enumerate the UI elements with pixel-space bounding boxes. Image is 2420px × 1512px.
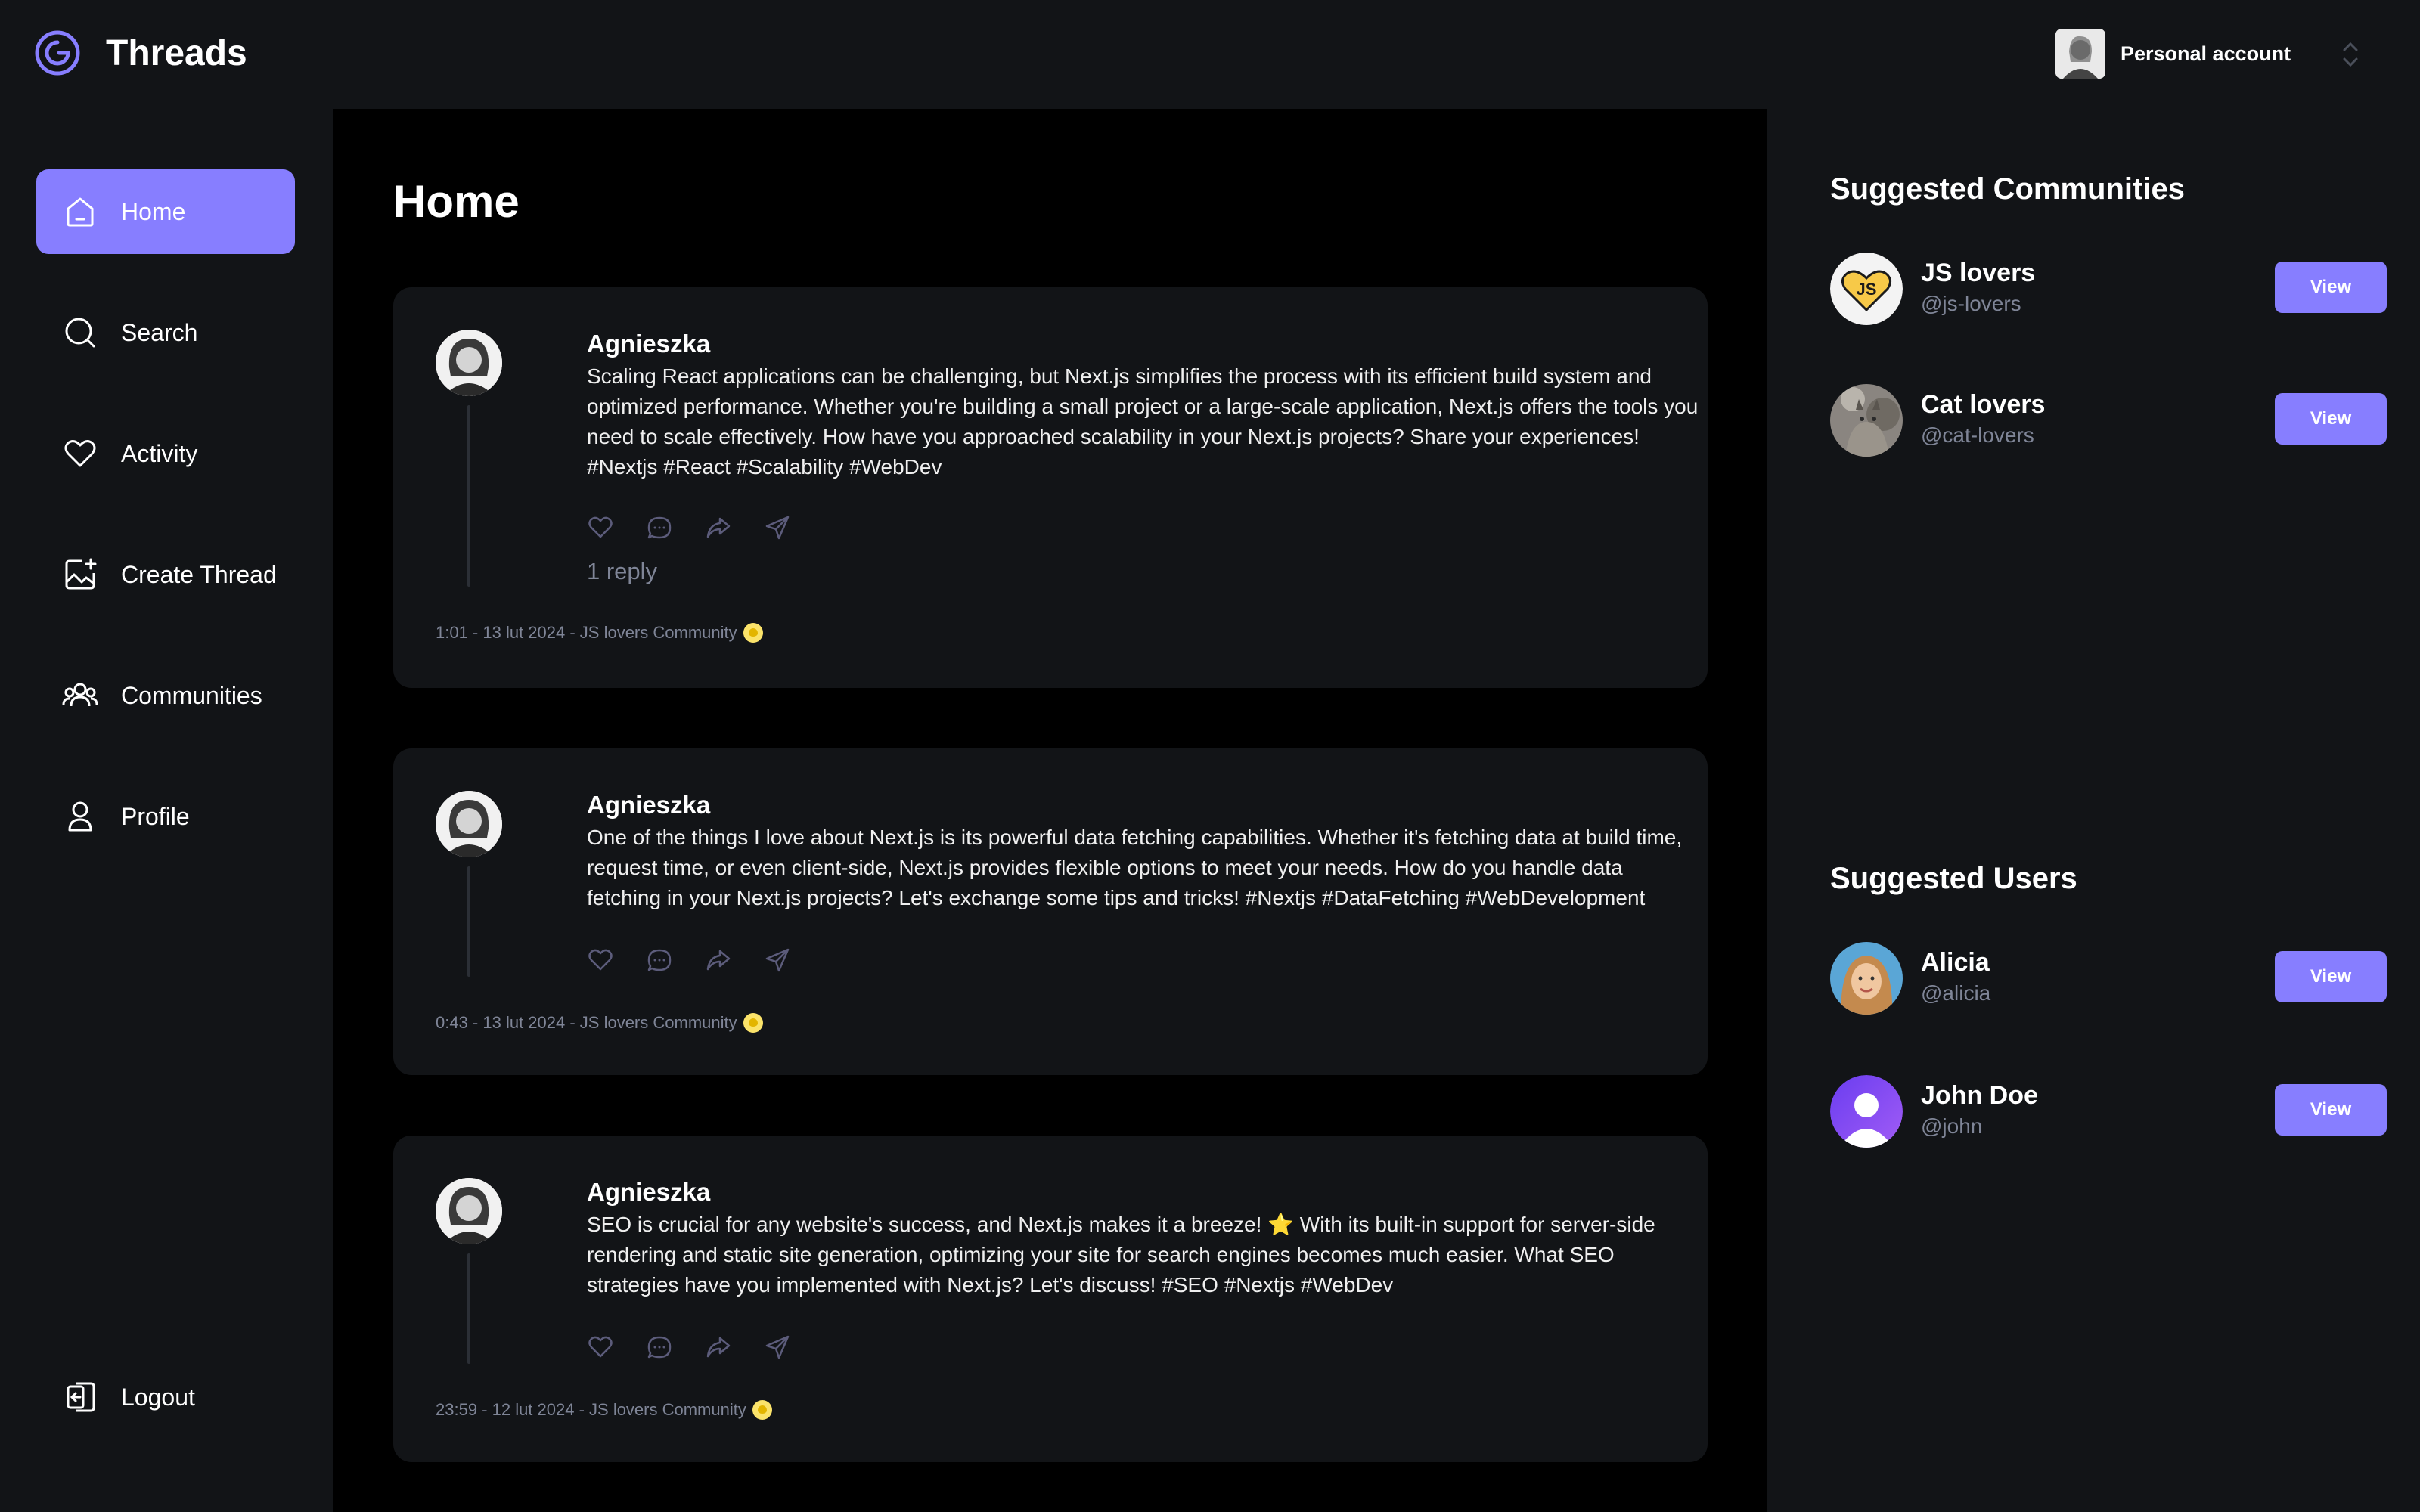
topbar: Threads Personal account: [0, 0, 2420, 109]
sidebar-item-home[interactable]: Home: [36, 169, 295, 254]
comment-icon[interactable]: [646, 514, 673, 541]
author-name[interactable]: Agnieszka: [587, 791, 710, 820]
comment-icon[interactable]: [646, 1334, 673, 1361]
view-button[interactable]: View: [2275, 262, 2387, 313]
account-label: Personal account: [2121, 42, 2291, 65]
thread-meta: 23:59 - 12 lut 2024 - JS lovers Communit…: [436, 1400, 772, 1420]
user-name: Alicia: [1921, 948, 1990, 977]
comment-icon[interactable]: [646, 947, 673, 974]
view-button[interactable]: View: [2275, 1084, 2387, 1136]
account-switcher[interactable]: Personal account: [2055, 29, 2358, 79]
user-row-john-doe[interactable]: John Doe @john View: [1830, 1075, 2387, 1151]
user-handle: @alicia: [1921, 981, 1991, 1005]
page-title: Home: [393, 176, 520, 227]
sidebar-item-label: Search: [121, 318, 198, 346]
user-avatar[interactable]: [1830, 942, 1903, 1015]
share-icon[interactable]: [764, 1334, 791, 1361]
search-icon: [60, 313, 100, 352]
right-sidebar: Suggested Communities JS JS lovers @js-l…: [1767, 109, 2420, 1512]
sidebar-item-label: Create Thread: [121, 560, 277, 588]
thread-line: [467, 866, 470, 977]
author-avatar[interactable]: [436, 1178, 502, 1244]
thread-line: [467, 1253, 470, 1364]
user-name: John Doe: [1921, 1081, 2038, 1110]
community-avatar[interactable]: [1830, 384, 1903, 457]
thread-meta: 0:43 - 13 lut 2024 - JS lovers Community: [436, 1013, 763, 1033]
community-row-js-lovers[interactable]: JS JS lovers @js-lovers View: [1830, 253, 2387, 328]
community-name: Cat lovers: [1921, 390, 2046, 419]
chevron-updown-icon[interactable]: [2335, 36, 2366, 73]
heart-icon[interactable]: [587, 947, 614, 974]
share-icon[interactable]: [764, 947, 791, 974]
heart-icon[interactable]: [587, 1334, 614, 1361]
sidebar-item-label: Home: [121, 197, 186, 225]
community-name: JS lovers: [1921, 259, 2036, 287]
app-name: Threads: [106, 33, 247, 73]
thread-content: SEO is crucial for any website's success…: [587, 1213, 1655, 1297]
community-js-icon[interactable]: [743, 1013, 763, 1033]
thread-meta: 1:01 - 13 lut 2024 - JS lovers Community: [436, 623, 763, 643]
community-handle: @js-lovers: [1921, 292, 2021, 315]
user-icon: [60, 797, 100, 836]
sidebar-item-communities[interactable]: Communities: [36, 653, 295, 738]
sidebar-item-activity[interactable]: Activity: [36, 411, 295, 496]
community-avatar[interactable]: JS: [1830, 253, 1903, 325]
logout-icon: [60, 1377, 100, 1417]
thread-meta-text: 23:59 - 12 lut 2024 - JS lovers Communit…: [436, 1400, 746, 1419]
account-avatar: [2055, 29, 2105, 79]
thread-content: One of the things I love about Next.js i…: [587, 826, 1683, 909]
repost-icon[interactable]: [705, 1334, 732, 1361]
js-badge-text: JS: [1857, 280, 1877, 299]
suggested-users-title: Suggested Users: [1830, 862, 2077, 895]
logout-button[interactable]: Logout: [36, 1355, 295, 1439]
sidebar-item-search[interactable]: Search: [36, 290, 295, 375]
thread-card[interactable]: Agnieszka One of the things I love about…: [393, 748, 1708, 1075]
thread-line: [467, 405, 470, 587]
sidebar-item-profile[interactable]: Profile: [36, 774, 295, 859]
heart-icon: [60, 434, 100, 473]
left-sidebar: Home Search Activity Create Thread Commu…: [0, 109, 333, 1512]
logout-label: Logout: [121, 1383, 195, 1411]
reply-count[interactable]: 1 reply: [587, 558, 657, 585]
author-avatar[interactable]: [436, 791, 502, 857]
community-js-icon[interactable]: [743, 623, 763, 643]
users-icon: [60, 676, 100, 715]
thread-actions: [587, 947, 791, 974]
brand[interactable]: Threads: [33, 29, 247, 77]
sidebar-item-label: Communities: [121, 681, 262, 709]
view-button[interactable]: View: [2275, 951, 2387, 1002]
home-icon: [60, 192, 100, 231]
suggested-communities-title: Suggested Communities: [1830, 172, 2185, 206]
thread-card[interactable]: Agnieszka Scaling React applications can…: [393, 287, 1708, 688]
user-handle: @john: [1921, 1114, 1983, 1138]
repost-icon[interactable]: [705, 947, 732, 974]
thread-meta-text: 1:01 - 13 lut 2024 - JS lovers Community: [436, 623, 737, 642]
user-avatar[interactable]: [1830, 1075, 1903, 1148]
sidebar-item-label: Activity: [121, 439, 198, 467]
thread-meta-text: 0:43 - 13 lut 2024 - JS lovers Community: [436, 1013, 737, 1032]
community-handle: @cat-lovers: [1921, 423, 2034, 447]
view-button[interactable]: View: [2275, 393, 2387, 445]
threads-logo-icon: [35, 30, 80, 76]
image-plus-icon: [60, 555, 100, 594]
sidebar-item-create-thread[interactable]: Create Thread: [36, 532, 295, 617]
author-name[interactable]: Agnieszka: [587, 1178, 710, 1207]
thread-actions: [587, 514, 791, 541]
author-avatar[interactable]: [436, 330, 502, 396]
author-name[interactable]: Agnieszka: [587, 330, 710, 358]
sidebar-item-label: Profile: [121, 802, 190, 830]
heart-icon[interactable]: [587, 514, 614, 541]
thread-card[interactable]: Agnieszka SEO is crucial for any website…: [393, 1136, 1708, 1462]
main-feed: Home Agnieszka Scaling React application…: [333, 109, 1767, 1512]
thread-actions: [587, 1334, 791, 1361]
community-js-icon[interactable]: [752, 1400, 772, 1420]
share-icon[interactable]: [764, 514, 791, 541]
community-row-cat-lovers[interactable]: Cat lovers @cat-lovers View: [1830, 384, 2387, 460]
thread-content: Scaling React applications can be challe…: [587, 364, 1699, 479]
user-row-alicia[interactable]: Alicia @alicia View: [1830, 942, 2387, 1018]
repost-icon[interactable]: [705, 514, 732, 541]
